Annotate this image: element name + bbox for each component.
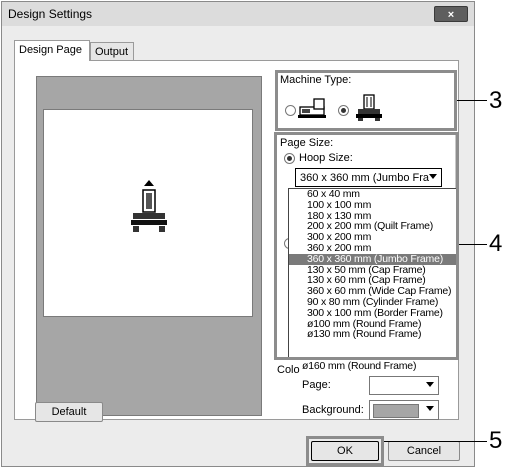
tab-output[interactable]: Output: [90, 42, 134, 61]
callout-4-number: 4: [489, 230, 503, 257]
callout-5-highlight: [306, 436, 384, 466]
page-color-combo[interactable]: [369, 376, 439, 395]
background-color-swatch: [373, 404, 419, 418]
chevron-down-icon: [426, 382, 434, 387]
tab-design-page[interactable]: Design Page: [14, 40, 90, 61]
callout-5-line: [384, 441, 487, 442]
color-page-label: Page:: [302, 379, 331, 391]
color-group-label: Colo: [277, 364, 300, 376]
callout-3-line: [457, 100, 487, 101]
callout-3-highlight: [275, 70, 457, 131]
list-overflow-item: ø160 mm (Round Frame): [300, 358, 470, 376]
callout-4-line: [459, 244, 487, 245]
chevron-down-icon: [426, 406, 434, 411]
color-background-label: Background:: [302, 404, 364, 416]
window-title: Design Settings: [8, 7, 93, 21]
list-item-160[interactable]: ø160 mm (Round Frame): [300, 358, 470, 374]
callout-5-number: 5: [489, 427, 503, 454]
background-color-combo[interactable]: [369, 400, 439, 420]
callout-3-number: 3: [489, 87, 503, 114]
cancel-button[interactable]: Cancel: [388, 441, 460, 461]
callout-4-highlight: [274, 132, 459, 360]
design-page-preview: [43, 109, 253, 317]
default-button[interactable]: Default: [35, 402, 103, 422]
title-bar: Design Settings ×: [2, 2, 474, 26]
close-button[interactable]: ×: [434, 6, 468, 22]
hoop-preview-icon: [131, 180, 167, 232]
